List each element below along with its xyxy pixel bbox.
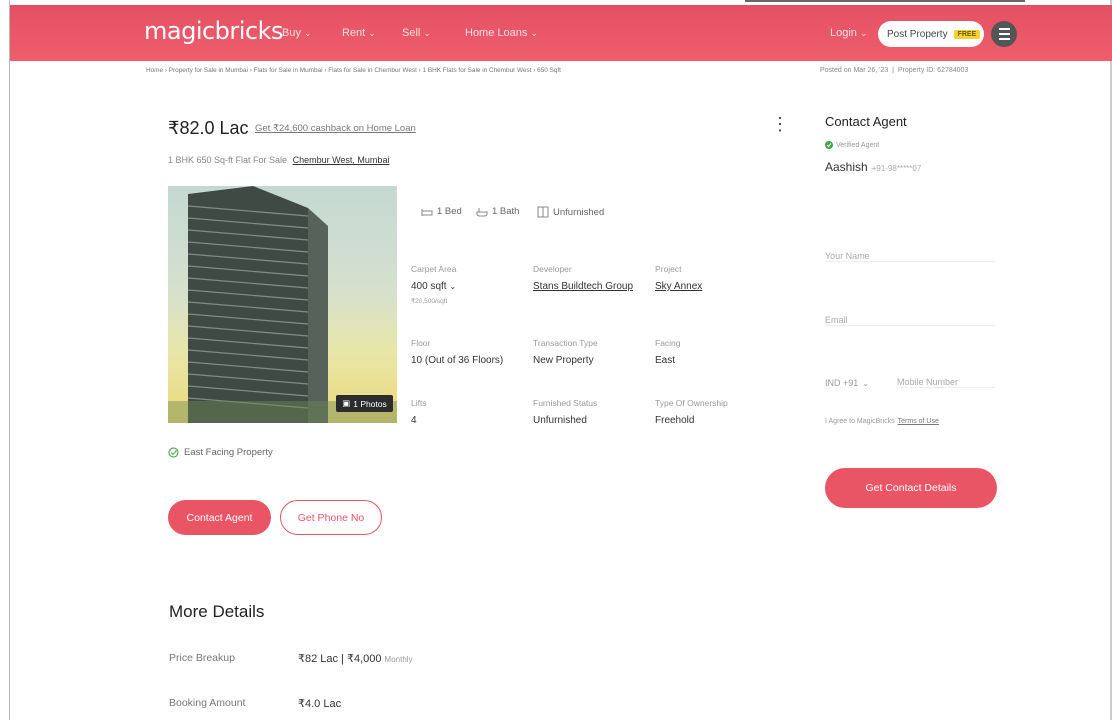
project-link[interactable]: Sky Annex xyxy=(655,281,702,292)
more-options-icon[interactable]: ⋮ xyxy=(771,115,789,133)
nav-rent[interactable]: Rent ⌄ xyxy=(342,27,376,39)
furnished-value: Unfurnished xyxy=(533,415,587,426)
transaction-label: Transaction Type xyxy=(533,338,598,348)
site-logo[interactable]: magicbricks xyxy=(144,17,284,45)
chevron-down-icon: ⌄ xyxy=(530,28,538,38)
terms-agreement[interactable]: I Agree to MagicBricks Terms of Use xyxy=(825,418,939,425)
lifts-value: 4 xyxy=(411,415,417,426)
breadcrumb[interactable]: Home › Property for Sale in Mumbai › Fla… xyxy=(146,67,561,74)
ownership-value: Freehold xyxy=(655,415,695,426)
name-input[interactable] xyxy=(825,251,995,262)
site-header: magicbricks Buy ⌄ Rent ⌄ Sell ⌄ Home Loans ⌄… xyxy=(10,5,1112,61)
agent-name: Aashish +91-98*****07 xyxy=(825,160,922,174)
nav-sell[interactable]: Sell ⌄ xyxy=(402,27,431,39)
posted-info: Posted on Mar 26, '23 | Property ID: 627… xyxy=(820,67,969,74)
free-badge: FREE xyxy=(953,29,981,39)
lifts-label: Lifts xyxy=(411,398,427,408)
verified-agent-badge: Verified Agent xyxy=(825,141,879,149)
chevron-down-icon[interactable]: ⌄ xyxy=(449,282,456,291)
location-link[interactable]: Chembur West, Mumbai xyxy=(293,155,390,165)
bed-count: 1 Bed xyxy=(421,206,462,217)
get-phone-button[interactable]: Get Phone No xyxy=(280,500,382,535)
facing-label: Facing xyxy=(655,338,681,348)
post-property-label: Post Property xyxy=(887,28,948,40)
bed-icon xyxy=(421,208,433,216)
mobile-input[interactable] xyxy=(897,377,995,388)
chevron-down-icon: ⌄ xyxy=(368,28,376,38)
listing-subtitle: 1 BHK 650 Sq-ft Flat For Sale Chembur We… xyxy=(168,155,390,165)
price-per-sqft: ₹20,500/sqft xyxy=(411,298,448,305)
nav-home-loans[interactable]: Home Loans ⌄ xyxy=(465,27,538,39)
developer-link[interactable]: Stans Buildtech Group xyxy=(533,281,633,292)
floor-label: Floor xyxy=(411,338,431,348)
furnished-label: Furnished Status xyxy=(533,398,598,408)
developer-label: Developer xyxy=(533,264,572,274)
login-link[interactable]: Login ⌄ xyxy=(830,27,867,39)
transaction-value: New Property xyxy=(533,355,594,366)
ownership-label: Type Of Ownership xyxy=(655,398,728,408)
bath-count: 1 Bath xyxy=(476,206,519,217)
furnish-status: Unfurnished xyxy=(537,206,604,218)
price-breakup-value: ₹82 Lac | ₹4,000 Monthly xyxy=(298,653,413,665)
nav-buy[interactable]: Buy ⌄ xyxy=(282,27,312,39)
project-label: Project xyxy=(655,264,682,274)
facing-value: East xyxy=(655,355,676,366)
cashback-link[interactable]: Get ₹24,600 cashback on Home Loan xyxy=(255,123,416,134)
hamburger-menu-button[interactable] xyxy=(991,21,1017,47)
building-image xyxy=(168,186,397,423)
agent-phone: +91-98*****07 xyxy=(871,164,922,173)
country-code-select[interactable]: IND +91 ⌄ xyxy=(825,378,869,388)
post-property-button[interactable]: Post Property FREE xyxy=(878,21,984,47)
window-edge-top xyxy=(745,0,1025,2)
chevron-down-icon: ⌄ xyxy=(862,379,869,388)
terms-link[interactable]: Terms of Use xyxy=(898,418,939,425)
chevron-down-icon: ⌄ xyxy=(303,28,312,38)
more-details-title: More Details xyxy=(169,602,265,621)
contact-agent-button[interactable]: Contact Agent xyxy=(168,500,271,535)
carpet-area-label: Carpet Area xyxy=(411,264,457,274)
email-input[interactable] xyxy=(825,315,995,326)
compass-check-icon xyxy=(168,447,179,458)
floor-value: 10 (Out of 36 Floors) xyxy=(411,355,504,366)
booking-amount-value: ₹4.0 Lac xyxy=(298,698,342,710)
get-contact-details-button[interactable]: Get Contact Details xyxy=(825,468,997,508)
chevron-down-icon: ⌄ xyxy=(859,28,868,38)
bath-icon xyxy=(476,207,488,216)
photo-count-badge[interactable]: ▣ 1 Photos xyxy=(336,395,393,412)
property-photo[interactable] xyxy=(168,186,397,423)
booking-amount-label: Booking Amount xyxy=(169,697,246,709)
price-breakup-label: Price Breakup xyxy=(169,652,235,664)
chevron-down-icon: ⌄ xyxy=(423,28,431,38)
carpet-area-value: 400 sqft ⌄ xyxy=(411,281,457,292)
facing-highlight: East Facing Property xyxy=(168,447,273,458)
furniture-icon xyxy=(537,206,549,218)
contact-panel-title: Contact Agent xyxy=(825,114,907,129)
listing-price: ₹82.0 Lac xyxy=(168,118,249,138)
window-edge-left xyxy=(0,0,10,720)
verified-check-icon xyxy=(825,141,833,149)
image-icon: ▣ xyxy=(342,398,351,408)
